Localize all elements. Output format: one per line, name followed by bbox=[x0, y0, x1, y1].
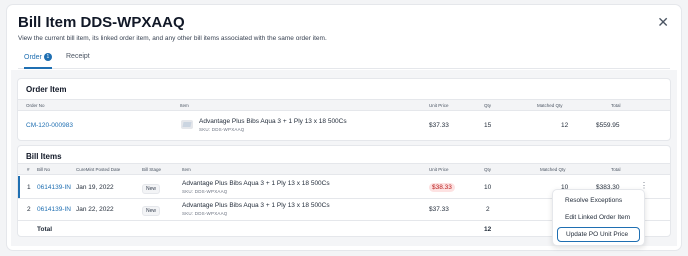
total-qty: 12 bbox=[484, 226, 492, 233]
modal-title: Bill Item DDS-WPXAAQ bbox=[18, 14, 185, 31]
selected-row-indicator bbox=[18, 176, 20, 198]
tab-bar: Order 1 Receipt bbox=[18, 51, 670, 69]
bill-items-title: Bill Items bbox=[26, 152, 62, 161]
bill-stage-badge: New bbox=[142, 184, 161, 194]
bill-items-header-row: # Bill No CureMint Posted Date Bill Stag… bbox=[18, 163, 670, 175]
row-number: 2 bbox=[27, 206, 31, 213]
bill-stage-badge: New bbox=[142, 206, 161, 216]
bill-no-link[interactable]: 0614139-IN bbox=[37, 184, 71, 191]
header-unit-price: Unit Price bbox=[429, 103, 449, 108]
order-item-title: Order Item bbox=[26, 85, 67, 94]
bill-item-unit-price: $37.33 bbox=[429, 206, 449, 213]
bill-item-qty: 10 bbox=[484, 184, 492, 191]
header-total: Total bbox=[611, 167, 621, 172]
bill-item-name: Advantage Plus Bibs Aqua 3 + 1 Ply 13 x … bbox=[182, 202, 330, 209]
posted-date: Jan 19, 2022 bbox=[76, 184, 114, 191]
header-unit-price: Unit Price bbox=[429, 167, 449, 172]
header-bill-no: Bill No bbox=[37, 167, 51, 172]
header-matched-qty: Matched Qty bbox=[540, 167, 566, 172]
header-item: Item bbox=[182, 167, 191, 172]
header-matched-qty: Matched Qty bbox=[537, 103, 563, 108]
order-item-unit-price: $37.33 bbox=[429, 122, 449, 129]
order-no-link[interactable]: CM-120-000983 bbox=[26, 122, 73, 129]
order-item-matched-qty: 12 bbox=[561, 122, 569, 129]
tab-order[interactable]: Order 1 bbox=[24, 53, 52, 69]
header-item: Item bbox=[180, 103, 189, 108]
item-thumbnail bbox=[181, 120, 193, 129]
row-actions-menu: Resolve Exceptions Edit Linked Order Ite… bbox=[552, 189, 645, 246]
bill-item-sku: SKU: DDS-WPXAAQ bbox=[182, 189, 228, 194]
tab-receipt-label: Receipt bbox=[66, 53, 90, 60]
order-item-sku: SKU: DDS-WPXAAQ bbox=[199, 127, 245, 132]
header-qty: Qty bbox=[484, 103, 492, 108]
bill-item-name: Advantage Plus Bibs Aqua 3 + 1 Ply 13 x … bbox=[182, 180, 330, 187]
header-qty: Qty bbox=[484, 167, 492, 172]
resolve-exceptions-menu-item[interactable]: Resolve Exceptions bbox=[557, 193, 640, 208]
header-order-no: Order No bbox=[26, 103, 45, 108]
unit-price-mismatch: $38.33 bbox=[429, 183, 455, 192]
header-num: # bbox=[27, 167, 30, 172]
tab-receipt[interactable]: Receipt bbox=[66, 53, 90, 69]
tab-order-badge: 1 bbox=[43, 53, 52, 61]
tab-order-label: Order bbox=[24, 54, 42, 61]
more-options-icon[interactable]: ⋮ bbox=[640, 182, 648, 190]
modal-description: View the current bill item, its linked o… bbox=[18, 35, 327, 42]
header-bill-stage: Bill Stage bbox=[142, 167, 162, 172]
bill-item-sku: SKU: DDS-WPXAAQ bbox=[182, 211, 228, 216]
order-item-total: $559.95 bbox=[596, 122, 620, 129]
header-total: Total bbox=[611, 103, 621, 108]
bill-item-qty: 2 bbox=[486, 206, 490, 213]
total-label: Total bbox=[37, 226, 53, 233]
bill-no-link[interactable]: 0614139-IN bbox=[37, 206, 71, 213]
row-number: 1 bbox=[27, 184, 31, 191]
order-item-qty: 15 bbox=[484, 122, 492, 129]
update-po-unit-price-menu-item[interactable]: Update PO Unit Price bbox=[557, 227, 640, 242]
posted-date: Jan 22, 2022 bbox=[76, 206, 114, 213]
order-item-name: Advantage Plus Bibs Aqua 3 + 1 Ply 13 x … bbox=[199, 118, 347, 125]
edit-linked-order-item-menu-item[interactable]: Edit Linked Order Item bbox=[557, 210, 640, 225]
order-item-card: Order Item Order No Item Unit Price Qty … bbox=[17, 78, 671, 141]
header-posted-date: CureMint Posted Date bbox=[76, 167, 121, 172]
order-item-header-row: Order No Item Unit Price Qty Matched Qty… bbox=[18, 99, 670, 111]
close-icon[interactable]: ✕ bbox=[657, 14, 669, 31]
